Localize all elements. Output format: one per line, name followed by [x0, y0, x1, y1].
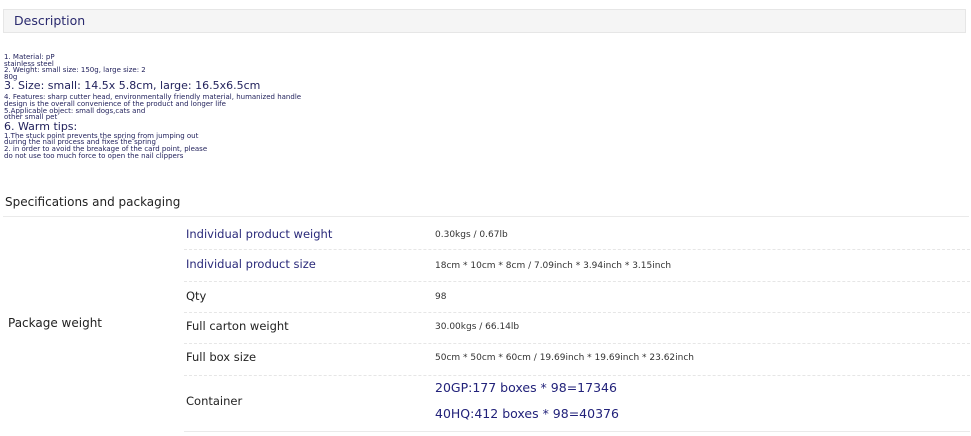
desc-line: do not use too much force to open the na… [4, 151, 184, 160]
spec-row-container: Container 20GP:177 boxes * 98=17346 40HQ… [184, 376, 970, 430]
desc-line: 2. Weight: small size: 150g, large size:… [4, 66, 146, 75]
desc-line: 5.Applicable object: small dogs,cats and [4, 106, 146, 115]
spec-key: Individual product size [186, 257, 316, 271]
container-value-40hq: 40HQ:412 boxes * 98=40376 [435, 406, 619, 421]
description-body: 1. Material: pP stainless steel 2. Weigh… [4, 54, 424, 159]
desc-size-line: 3. Size: small: 14.5x 5.8cm, large: 16.5… [4, 79, 261, 93]
desc-line: 1. Material: pP [4, 53, 55, 61]
spec-value: 30.00kgs / 66.14lb [435, 322, 520, 332]
package-weight-label: Package weight [8, 316, 103, 330]
divider [184, 431, 970, 432]
spec-key: Qty [186, 289, 207, 303]
spec-value: 0.30kgs / 0.67lb [435, 230, 508, 240]
spec-row: Individual product size 18cm * 10cm * 8c… [184, 250, 970, 282]
container-value-20gp: 20GP:177 boxes * 98=17346 [435, 380, 617, 395]
desc-warm-title: 6. Warm tips: [4, 119, 78, 133]
spec-value: 98 [435, 292, 447, 302]
divider [3, 216, 969, 217]
spec-key: Full carton weight [186, 319, 289, 333]
description-header: Description [3, 9, 966, 33]
spec-row: Full box size 50cm * 50cm * 60cm / 19.69… [184, 344, 970, 376]
spec-row: Qty 98 [184, 282, 970, 313]
description-header-label: Description [14, 13, 86, 28]
specs-title: Specifications and packaging [5, 195, 181, 209]
spec-row: Individual product weight 0.30kgs / 0.67… [184, 218, 970, 250]
spec-value: 50cm * 50cm * 60cm / 19.69inch * 19.69in… [435, 353, 695, 363]
spec-key: Individual product weight [186, 227, 333, 241]
spec-key: Full box size [186, 350, 257, 364]
spec-row: Full carton weight 30.00kgs / 66.14lb [184, 313, 970, 344]
spec-key: Container [186, 394, 243, 408]
spec-value: 18cm * 10cm * 8cm / 7.09inch * 3.94inch … [435, 261, 672, 271]
